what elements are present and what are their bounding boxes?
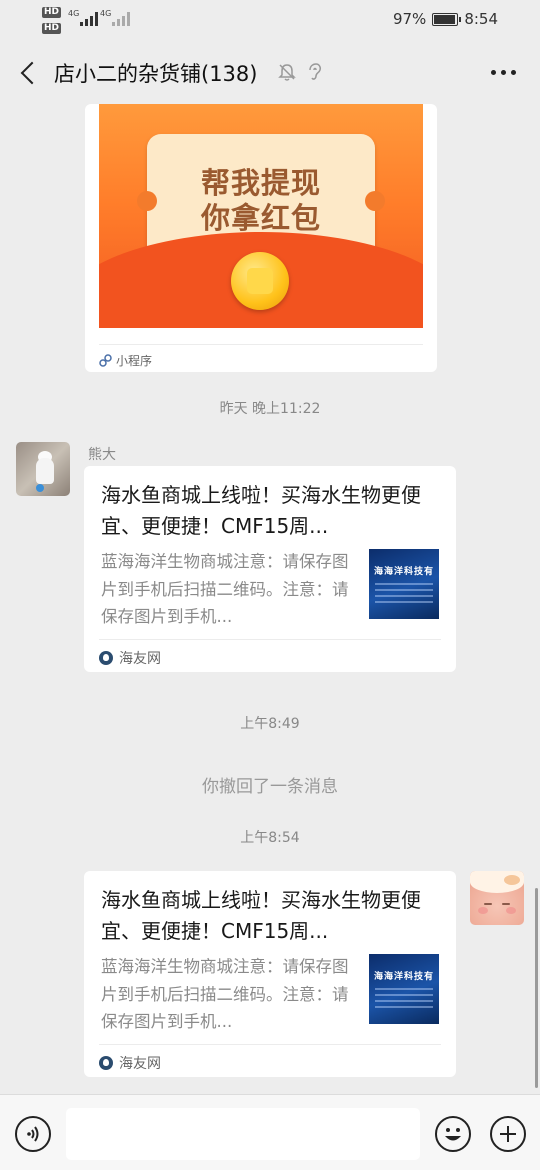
back-icon[interactable] — [18, 60, 44, 86]
link-footer: 海友网 — [99, 1044, 441, 1073]
link-title: 海水鱼商城上线啦！买海水生物更便宜、更便捷！CMF15周... — [101, 483, 421, 538]
signal-label: 4G — [68, 9, 80, 18]
ear-icon — [309, 63, 321, 80]
voice-icon[interactable] — [15, 1116, 51, 1152]
red-packet-text-line: 你拿红包 — [200, 201, 321, 235]
battery-icon — [432, 12, 462, 26]
red-packet-text: 帮我提现 你拿红包 — [147, 166, 375, 236]
link-footer: 海友网 — [99, 639, 441, 668]
source-name: 海友网 — [119, 1056, 161, 1072]
link-card[interactable]: 海水鱼商城上线啦！买海水生物更便宜、更便捷！CMF15周... 蓝海海洋生物商城… — [84, 871, 456, 1077]
emoji-icon[interactable] — [435, 1116, 471, 1152]
signal-icon — [80, 12, 98, 26]
timestamp: 上午8:54 — [240, 830, 300, 846]
message-input[interactable] — [66, 1108, 420, 1160]
source-name: 海友网 — [119, 651, 161, 667]
input-bar — [0, 1094, 540, 1170]
mini-program-icon — [99, 354, 112, 367]
recall-notice: 你撤回了一条消息 — [202, 777, 338, 797]
source-icon — [99, 1056, 113, 1070]
clock: 8:54 — [464, 10, 498, 28]
link-thumbnail: 海海洋科技有 — [369, 549, 439, 619]
status-bar: HD HD 4G 4G 97% 8:54 — [0, 0, 540, 40]
thumbnail-text: 海海洋科技有 — [373, 567, 434, 577]
link-description: 蓝海海洋生物商城注意：请保存图片到手机后扫描二维码。注意：请保存图片到手机... — [101, 552, 349, 626]
link-title: 海水鱼商城上线啦！买海水生物更便宜、更便捷！CMF15周... — [101, 888, 421, 943]
more-icon[interactable] — [491, 70, 516, 75]
chat-header: 店小二的杂货铺(138) — [0, 44, 540, 104]
link-thumbnail: 海海洋科技有 — [369, 954, 439, 1024]
red-packet-text-line: 帮我提现 — [200, 166, 321, 200]
mute-icon — [278, 64, 296, 81]
signal-icon — [112, 12, 130, 26]
mini-program-label: 小程序 — [116, 354, 153, 368]
source-icon — [99, 651, 113, 665]
status-right: 97% 8:54 — [393, 10, 498, 28]
hd-badge: HD — [42, 23, 62, 34]
timestamp: 上午8:49 — [240, 716, 300, 732]
battery-percent: 97% — [392, 10, 427, 28]
red-packet-image: 帮我提现 你拿红包 — [99, 104, 423, 328]
chat-title: 店小二的杂货铺(138) — [54, 62, 258, 86]
mini-program-card[interactable]: 帮我提现 你拿红包 小程序 — [85, 104, 437, 372]
timestamp: 昨天 晚上11:22 — [219, 401, 321, 417]
sender-name: 熊大 — [88, 447, 116, 463]
mini-program-footer: 小程序 — [99, 344, 423, 369]
plus-icon[interactable] — [490, 1116, 526, 1152]
network-indicators: HD HD 4G 4G — [42, 6, 132, 36]
coin-icon — [231, 252, 289, 310]
avatar[interactable] — [470, 871, 524, 925]
signal-label: 4G — [100, 9, 112, 18]
hd-badge: HD — [42, 7, 62, 18]
link-description: 蓝海海洋生物商城注意：请保存图片到手机后扫描二维码。注意：请保存图片到手机... — [101, 957, 349, 1031]
thumbnail-text: 海海洋科技有 — [373, 972, 434, 982]
scrollbar[interactable] — [535, 888, 538, 1088]
link-card[interactable]: 海水鱼商城上线啦！买海水生物更便宜、更便捷！CMF15周... 蓝海海洋生物商城… — [84, 466, 456, 672]
avatar[interactable] — [16, 442, 70, 496]
